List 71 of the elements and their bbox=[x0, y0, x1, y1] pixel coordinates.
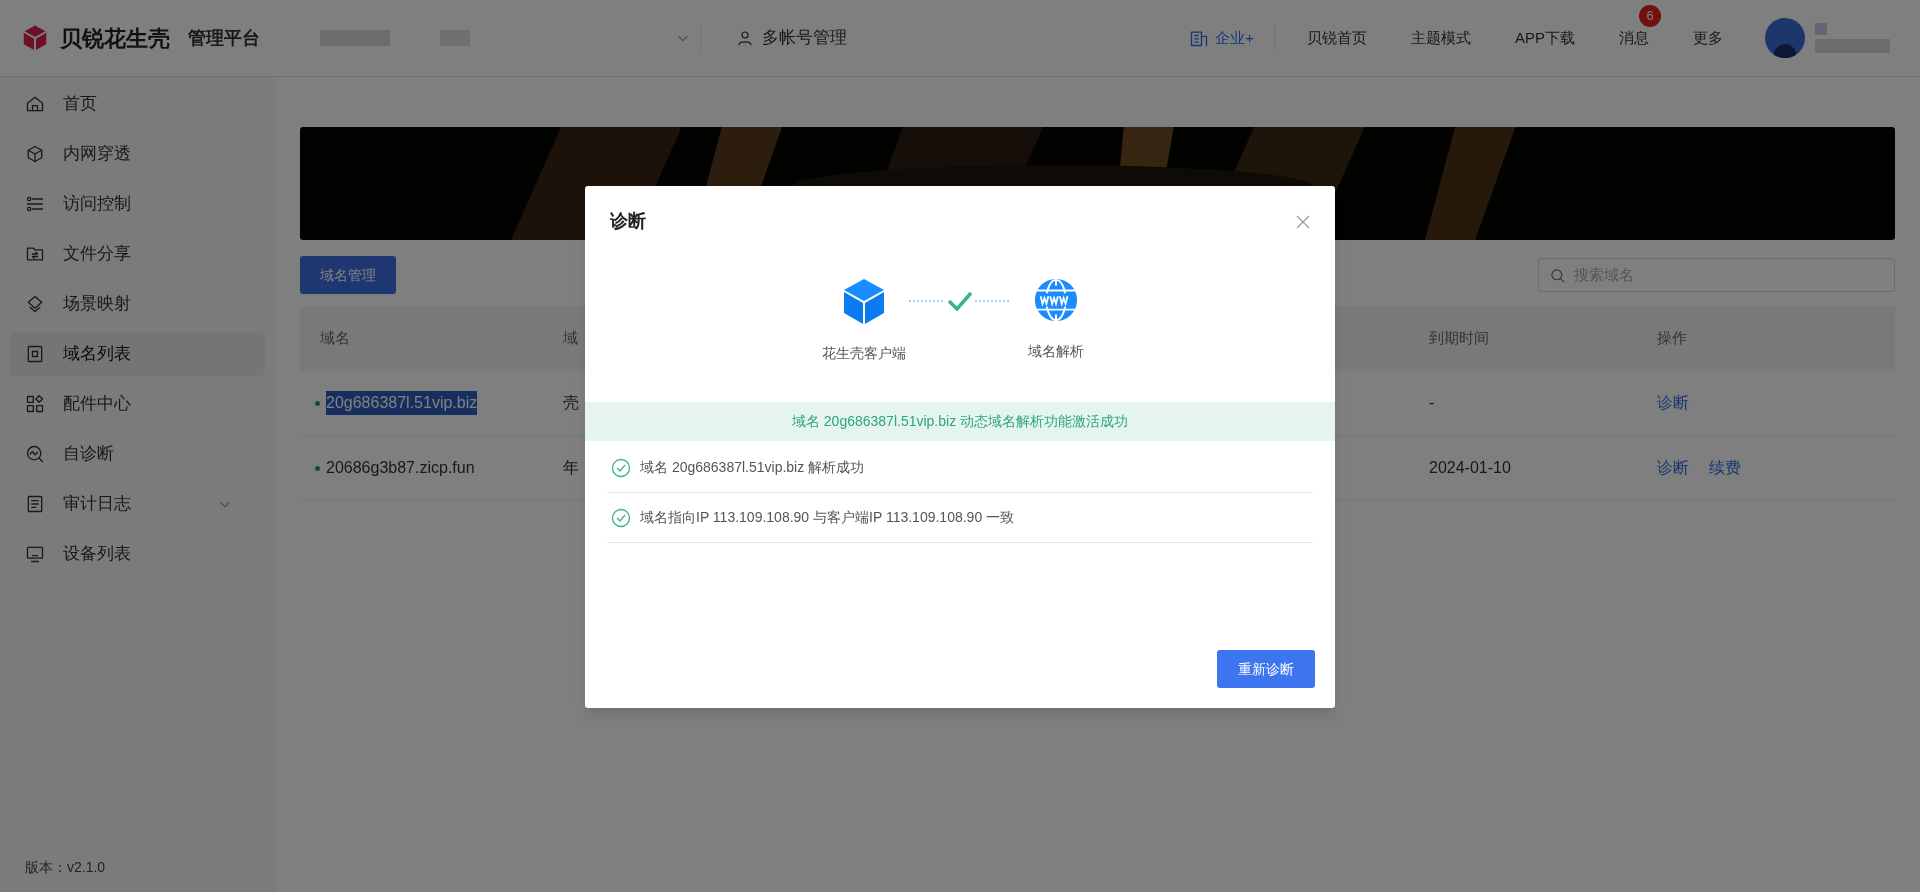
check-result: 域名 20g686387l.51vip.biz 解析成功 bbox=[640, 458, 865, 477]
close-icon bbox=[1295, 213, 1311, 230]
brand-name: 贝锐花生壳 bbox=[60, 24, 170, 53]
sidebar-item[interactable]: 审计日志 bbox=[10, 482, 265, 526]
sidebar-item[interactable]: 域名列表 bbox=[10, 332, 265, 376]
domain-name: 20g686387l.51vip.biz bbox=[326, 391, 478, 415]
multi-account-link[interactable]: 多帐号管理 bbox=[736, 25, 847, 51]
version-text: 版本：v2.1.0 bbox=[24, 858, 107, 877]
sidebar-item[interactable]: 内网穿透 bbox=[10, 132, 265, 176]
sidebar-item[interactable]: 访问控制 bbox=[10, 182, 265, 226]
step-label: 花生壳客户端 bbox=[822, 344, 906, 363]
domain-name: 20686g3b87.zicp.fun bbox=[326, 458, 475, 478]
nav-link[interactable]: 贝锐首页 bbox=[1285, 26, 1389, 50]
table-cell-text: 年 bbox=[562, 459, 579, 476]
connector-line bbox=[909, 300, 945, 302]
sidebar-label: 自诊断 bbox=[63, 443, 114, 466]
success-banner: 域名 20g686387l.51vip.biz 动态域名解析功能激活成功 bbox=[585, 402, 1335, 441]
platform-title: 管理平台 bbox=[188, 26, 260, 50]
diagnose-icon bbox=[25, 444, 45, 464]
dialog-title: 诊断 bbox=[610, 210, 646, 233]
column-header: 域名 bbox=[320, 328, 351, 349]
sidebar-label: 内网穿透 bbox=[63, 143, 131, 166]
avatar[interactable] bbox=[1765, 18, 1805, 58]
nav-link[interactable]: APP下载 bbox=[1493, 26, 1597, 50]
home-icon bbox=[25, 94, 45, 114]
user-icon bbox=[736, 29, 754, 47]
document-icon bbox=[25, 494, 45, 514]
step-label: 域名解析 bbox=[1028, 342, 1084, 361]
sliders-icon bbox=[25, 194, 45, 214]
column-header: 域 bbox=[563, 328, 579, 349]
cube-icon bbox=[842, 277, 886, 325]
unread-badge: 6 bbox=[1639, 4, 1661, 27]
sidebar-label: 访问控制 bbox=[63, 193, 131, 216]
more-link[interactable]: 更多 bbox=[1671, 26, 1745, 50]
connector-line bbox=[975, 300, 1011, 302]
table-cell-text: 壳 bbox=[562, 394, 579, 411]
enterprise-link[interactable]: 企业+ bbox=[1169, 26, 1274, 50]
sidebar-label: 场景映射 bbox=[63, 293, 131, 316]
sidebar-label: 设备列表 bbox=[63, 543, 131, 566]
sidebar-label: 首页 bbox=[63, 93, 97, 116]
action-link[interactable]: 诊断 bbox=[1657, 391, 1689, 415]
globe-icon bbox=[1033, 277, 1079, 323]
nav-link[interactable]: 主题模式 bbox=[1389, 26, 1493, 50]
column-header: 操作 bbox=[1657, 328, 1688, 349]
sidebar-item[interactable]: 首页 bbox=[10, 82, 265, 126]
search-icon bbox=[1549, 266, 1566, 284]
monitor-icon bbox=[25, 544, 45, 564]
sidebar-item[interactable]: 文件分享 bbox=[10, 232, 265, 276]
domain-icon bbox=[25, 344, 45, 364]
layers-icon bbox=[25, 294, 45, 314]
expiry-date: - bbox=[1428, 393, 1436, 413]
sidebar-label: 域名列表 bbox=[63, 343, 131, 366]
sidebar-label: 配件中心 bbox=[63, 393, 131, 416]
action-link[interactable]: 诊断 bbox=[1657, 456, 1689, 480]
apps-icon bbox=[25, 394, 45, 414]
sidebar-item[interactable]: 自诊断 bbox=[10, 432, 265, 476]
sidebar-label: 审计日志 bbox=[63, 493, 131, 516]
sidebar-item[interactable]: 场景映射 bbox=[10, 282, 265, 326]
sidebar-label: 文件分享 bbox=[63, 243, 131, 266]
sidebar-item[interactable]: 配件中心 bbox=[10, 382, 265, 426]
messages-link[interactable]: 消息 bbox=[1619, 26, 1649, 50]
action-link[interactable]: 续费 bbox=[1709, 456, 1741, 480]
column-header: 到期时间 bbox=[1429, 328, 1490, 349]
blurred-username bbox=[1815, 23, 1827, 35]
logo-icon bbox=[20, 23, 50, 53]
rediagnose-button[interactable]: 重新诊断 bbox=[1217, 650, 1315, 688]
expiry-date: 2024-01-10 bbox=[1428, 458, 1512, 478]
cube-icon bbox=[25, 144, 45, 164]
sidebar-item[interactable]: 设备列表 bbox=[10, 532, 265, 576]
domain-manage-button[interactable]: 域名管理 bbox=[300, 256, 396, 294]
check-result: 域名指向IP 113.109.108.90 与客户端IP 113.109.108.90 一致 bbox=[640, 508, 1015, 527]
